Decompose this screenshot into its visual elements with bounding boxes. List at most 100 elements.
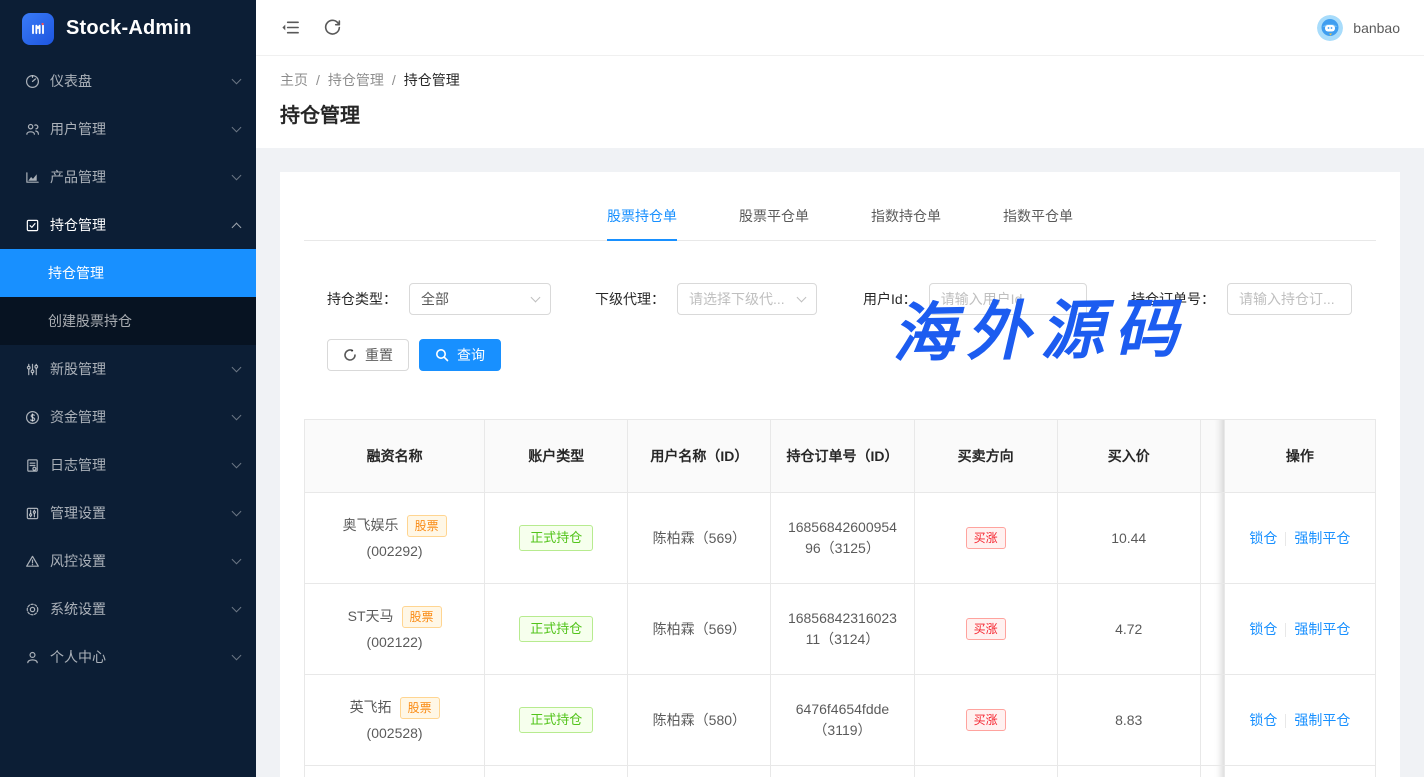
stock-code: (002292) bbox=[319, 541, 470, 562]
table-row: 奥飞娱乐股票(002292) 正式持仓 陈柏霖（569） 16856842600… bbox=[305, 493, 1376, 584]
avatar bbox=[1317, 15, 1343, 41]
lock-position-link[interactable]: 锁仓 bbox=[1249, 621, 1277, 637]
account-type-badge: 正式持仓 bbox=[519, 525, 593, 551]
sliver-cell bbox=[1200, 675, 1224, 766]
table-row: ST天马股票(002122) 正式持仓 陈柏霖（569） 16856842316… bbox=[305, 584, 1376, 675]
admin-settings-icon bbox=[24, 505, 40, 521]
stock-code: (002122) bbox=[319, 632, 470, 653]
tab-index-positions[interactable]: 指数持仓单 bbox=[871, 196, 941, 241]
lock-position-link[interactable]: 锁仓 bbox=[1249, 530, 1277, 546]
sidebar-item-label: 个人中心 bbox=[50, 647, 223, 667]
user-cell: 陈柏霖（580） bbox=[628, 675, 771, 766]
reset-button[interactable]: 重置 bbox=[327, 339, 409, 371]
chevron-down-icon bbox=[232, 363, 242, 373]
sidebar-item-positions[interactable]: 持仓管理 bbox=[0, 201, 256, 249]
reset-label: 重置 bbox=[365, 345, 393, 365]
sidebar-item-logs[interactable]: 日志管理 bbox=[0, 441, 256, 489]
sidebar-item-profile[interactable]: 个人中心 bbox=[0, 633, 256, 681]
sidebar-item-admin-settings[interactable]: 管理设置 bbox=[0, 489, 256, 537]
risk-icon bbox=[24, 553, 40, 569]
action-divider bbox=[1285, 623, 1286, 637]
chevron-down-icon bbox=[531, 292, 541, 302]
positions-submenu: 持仓管理 创建股票持仓 bbox=[0, 249, 256, 345]
tab-stock-positions[interactable]: 股票持仓单 bbox=[607, 196, 677, 241]
sub-agent-label: 下级代理： bbox=[595, 289, 665, 309]
sidebar-item-label: 产品管理 bbox=[50, 167, 223, 187]
sidebar-item-label: 资金管理 bbox=[50, 407, 223, 427]
user-cell: 陈柏霖（569） bbox=[628, 493, 771, 584]
menu-fold-icon[interactable] bbox=[280, 18, 300, 38]
user-cell: 陈柏霖（569） bbox=[628, 584, 771, 675]
force-close-link[interactable]: 强制平仓 bbox=[1294, 712, 1350, 728]
breadcrumb-position-management[interactable]: 持仓管理 bbox=[328, 70, 384, 90]
lock-position-link[interactable]: 锁仓 bbox=[1249, 712, 1277, 728]
force-close-link[interactable]: 强制平仓 bbox=[1294, 530, 1350, 546]
page-title: 持仓管理 bbox=[280, 102, 1400, 130]
top-navbar: banbao bbox=[256, 0, 1424, 56]
sidebar: Stock-Admin 仪表盘 用户管理 产品管理 持仓管理 bbox=[0, 0, 256, 777]
user-id-label: 用户Id： bbox=[863, 289, 917, 309]
sidebar-item-dashboard[interactable]: 仪表盘 bbox=[0, 57, 256, 105]
sidebar-subitem-create-stock-position[interactable]: 创建股票持仓 bbox=[0, 297, 256, 345]
chevron-up-icon bbox=[232, 222, 242, 232]
stock-tag: 股票 bbox=[407, 515, 447, 537]
tab-index-closed[interactable]: 指数平仓单 bbox=[1003, 196, 1073, 241]
stock-tag: 股票 bbox=[400, 697, 440, 719]
products-icon bbox=[24, 169, 40, 185]
chevron-down-icon bbox=[232, 171, 242, 181]
stock-tag: 股票 bbox=[402, 606, 442, 628]
sidebar-item-label: 创建股票持仓 bbox=[48, 311, 240, 331]
tab-stock-closed[interactable]: 股票平仓单 bbox=[739, 196, 809, 241]
user-menu[interactable]: banbao bbox=[1317, 15, 1400, 41]
reload-icon[interactable] bbox=[322, 18, 342, 38]
sidebar-item-system[interactable]: 系统设置 bbox=[0, 585, 256, 633]
sub-agent-select[interactable]: 请选择下级代... bbox=[677, 283, 817, 315]
logo[interactable]: Stock-Admin bbox=[0, 0, 256, 57]
sidebar-item-users[interactable]: 用户管理 bbox=[0, 105, 256, 153]
profile-icon bbox=[24, 649, 40, 665]
stock-name: 英飞拓 bbox=[350, 697, 392, 718]
sidebar-item-label: 用户管理 bbox=[50, 119, 223, 139]
sidebar-item-label: 持仓管理 bbox=[50, 215, 223, 235]
chevron-down-icon bbox=[797, 292, 807, 302]
account-type-badge: 正式持仓 bbox=[519, 707, 593, 733]
filter-order-no: 持仓订单号： bbox=[1131, 283, 1399, 315]
sidebar-subitem-position-management[interactable]: 持仓管理 bbox=[0, 249, 256, 297]
search-icon bbox=[435, 348, 449, 362]
sidebar-item-label: 管理设置 bbox=[50, 503, 223, 523]
col-user-name: 用户名称（ID） bbox=[628, 420, 771, 493]
direction-badge: 买涨 bbox=[966, 527, 1006, 549]
col-account-type: 账户类型 bbox=[485, 420, 628, 493]
order-cell: 1685684231602311（3124） bbox=[771, 584, 914, 675]
sidebar-item-ipo[interactable]: 新股管理 bbox=[0, 345, 256, 393]
filter-position-type: 持仓类型： 全部 bbox=[327, 283, 595, 315]
position-type-value: 全部 bbox=[421, 289, 449, 309]
table-row: 英飞拓股票 (002528) 正式持仓 陈柏霖（580） 6476f4654fdd… bbox=[305, 675, 1376, 766]
direction-badge: 买涨 bbox=[966, 709, 1006, 731]
search-button[interactable]: 查询 bbox=[419, 339, 501, 371]
sidebar-item-funds[interactable]: 资金管理 bbox=[0, 393, 256, 441]
content: 股票持仓单 股票平仓单 指数持仓单 指数平仓单 持仓类型： 全部 下级代理： bbox=[256, 148, 1424, 777]
order-no-input[interactable] bbox=[1227, 283, 1352, 315]
force-close-link[interactable]: 强制平仓 bbox=[1294, 621, 1350, 637]
col-financing-name: 融资名称 bbox=[305, 420, 485, 493]
position-type-select[interactable]: 全部 bbox=[409, 283, 551, 315]
col-actions: 操作 bbox=[1224, 420, 1375, 493]
sliver-cell bbox=[1200, 493, 1224, 584]
sidebar-item-label: 系统设置 bbox=[50, 599, 223, 619]
stock-code: (002528) bbox=[319, 723, 470, 744]
sidebar-item-products[interactable]: 产品管理 bbox=[0, 153, 256, 201]
sidebar-item-risk[interactable]: 风控设置 bbox=[0, 537, 256, 585]
sidebar-item-label: 持仓管理 bbox=[48, 263, 240, 283]
user-id-input[interactable] bbox=[929, 283, 1087, 315]
stock-name: ST天马 bbox=[348, 606, 394, 627]
filter-sub-agent: 下级代理： 请选择下级代... bbox=[595, 283, 863, 315]
chevron-down-icon bbox=[232, 603, 242, 613]
logs-icon bbox=[24, 457, 40, 473]
order-cell: 6476f4654fdde（3119） bbox=[771, 675, 914, 766]
chevron-down-icon bbox=[232, 75, 242, 85]
app-root: Stock-Admin 仪表盘 用户管理 产品管理 持仓管理 bbox=[0, 0, 1424, 777]
breadcrumb-home[interactable]: 主页 bbox=[280, 70, 308, 90]
app-title: Stock-Admin bbox=[66, 17, 192, 40]
sidebar-item-label: 风控设置 bbox=[50, 551, 223, 571]
